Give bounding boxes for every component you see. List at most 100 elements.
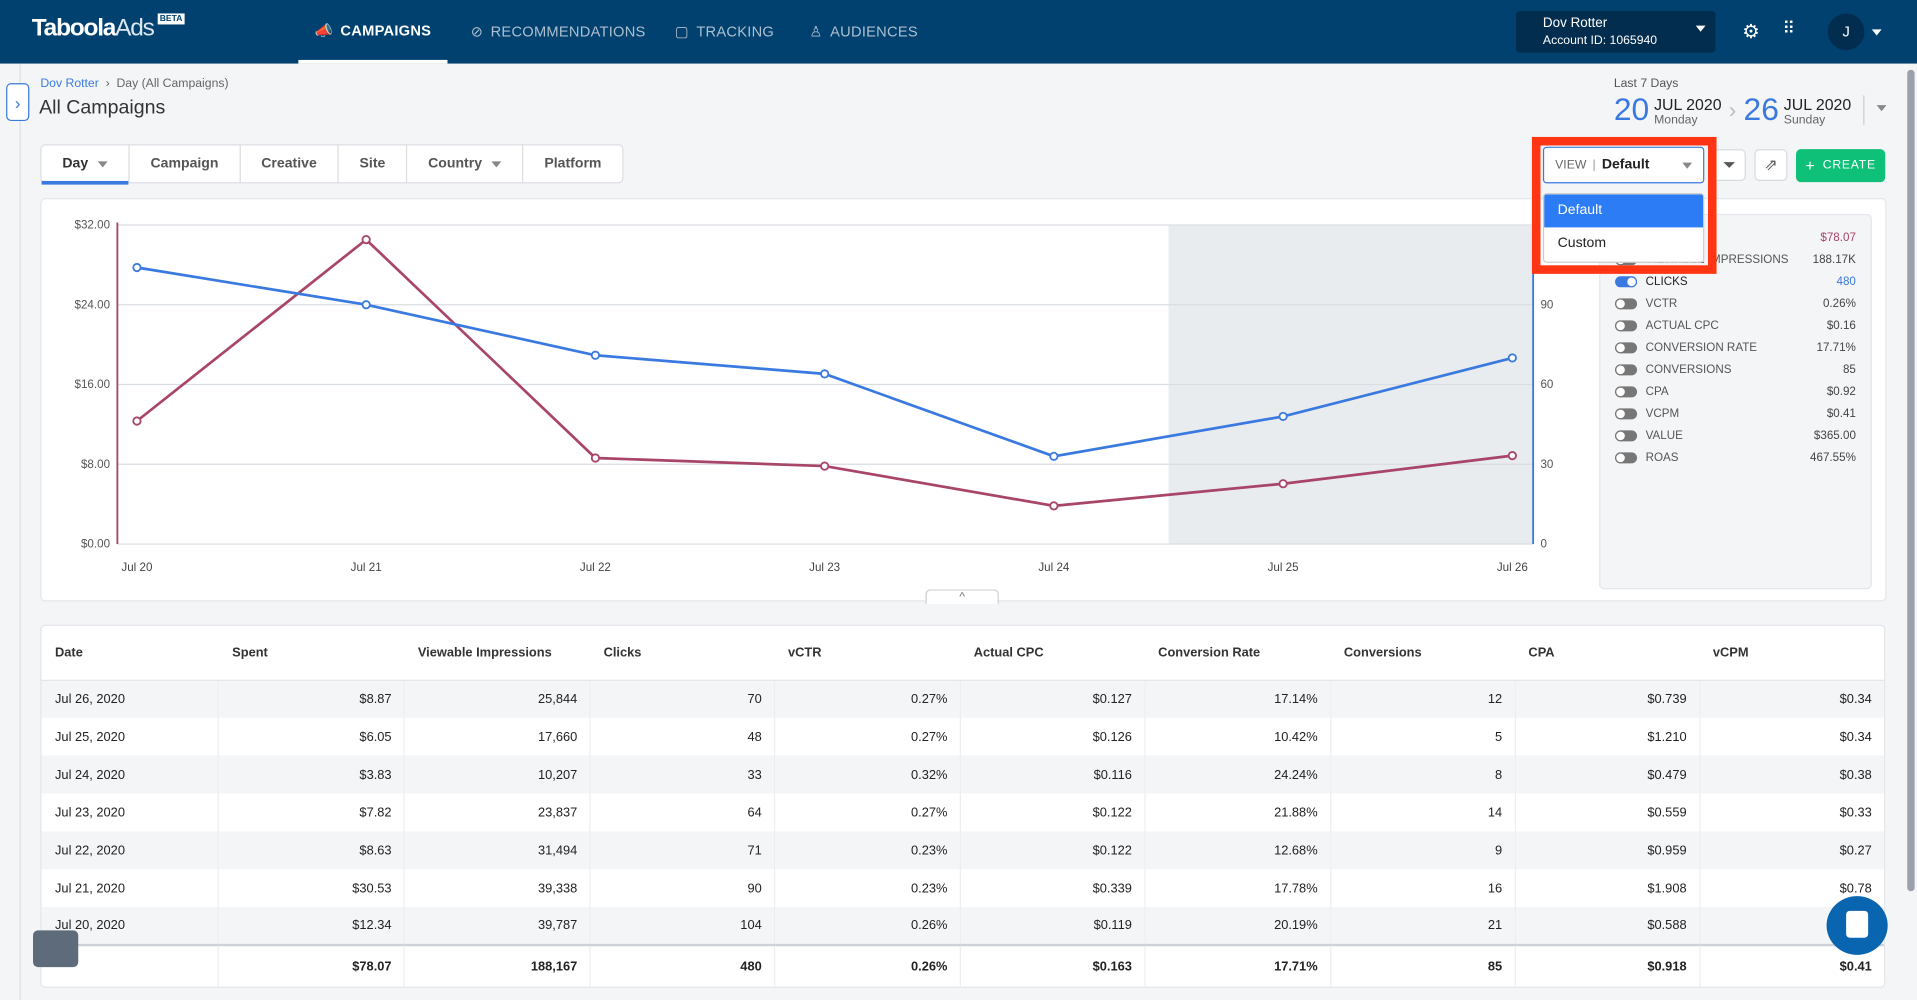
- nav-audiences[interactable]: ♙ AUDIENCES: [809, 0, 918, 64]
- metric-toggle[interactable]: [1615, 341, 1638, 353]
- x-tick-label: Jul 20: [121, 561, 152, 574]
- table-cell: 12: [1329, 679, 1515, 718]
- table-cell: 8: [1329, 755, 1515, 794]
- column-header[interactable]: Conversion Rate: [1144, 625, 1331, 681]
- metric-toggle[interactable]: [1615, 363, 1638, 375]
- export-button[interactable]: ⇗: [1754, 149, 1788, 181]
- create-button[interactable]: + CREATE: [1795, 149, 1886, 183]
- performance-line-chart: $0.00 $8.00 $16.00 $24.00 $32.00 0 30 60 90 Jul 2…: [75, 219, 1554, 574]
- sidebar-expand-button[interactable]: ›: [6, 83, 30, 122]
- column-header[interactable]: Actual CPC: [960, 625, 1145, 681]
- data-point: [1049, 501, 1059, 511]
- caret-down-icon: [1876, 105, 1887, 112]
- tracking-icon: ▢: [674, 23, 689, 41]
- table-cell: 17,660: [403, 717, 591, 756]
- table-cell: 39,338: [403, 869, 591, 908]
- column-header[interactable]: vCPM: [1699, 625, 1885, 681]
- chat-button[interactable]: [1826, 896, 1888, 955]
- column-header[interactable]: Viewable Impressions: [404, 625, 591, 681]
- breadcrumb-root[interactable]: Dov Rotter: [40, 77, 98, 90]
- gear-icon[interactable]: ⚙: [1742, 20, 1760, 44]
- scrollbar[interactable]: [1907, 69, 1915, 892]
- left-tick-label: $8.00: [81, 458, 110, 471]
- sidebar-divider: [19, 63, 21, 1000]
- tab-creative[interactable]: Creative: [240, 144, 339, 184]
- table-cell: 64: [589, 793, 775, 832]
- table-cell: $0.122: [959, 831, 1145, 870]
- table-cell: 104: [589, 907, 775, 946]
- table-cell: $6.05: [218, 717, 405, 756]
- view-option-custom[interactable]: Custom: [1544, 227, 1703, 260]
- megaphone-icon: 📣: [314, 21, 334, 39]
- collapse-chart-button[interactable]: ^: [925, 589, 999, 604]
- apps-grid-icon[interactable]: ⠿: [1783, 18, 1796, 39]
- metric-toggle[interactable]: [1615, 385, 1638, 397]
- metric-toggle[interactable]: [1615, 451, 1638, 463]
- filter-button[interactable]: ⏷: [1712, 149, 1746, 181]
- table-cell: $0.339: [959, 869, 1145, 908]
- view-select[interactable]: VIEW | Default: [1542, 146, 1705, 184]
- table-cell: 0.27%: [773, 793, 961, 832]
- tab-platform[interactable]: Platform: [524, 144, 623, 183]
- column-header[interactable]: Date: [41, 625, 219, 681]
- table-cell: 70: [589, 679, 775, 718]
- table-cell: $0.34: [1698, 717, 1885, 756]
- table-cell: $1.908: [1514, 869, 1700, 908]
- data-point: [132, 416, 142, 426]
- left-tick-label: $24.00: [75, 298, 111, 311]
- table-cell: 71: [589, 831, 775, 870]
- table-cell: Jul 26, 2020: [41, 679, 219, 718]
- date-range-label: Last 7 Days: [1613, 77, 1679, 91]
- taboola-ads-logo[interactable]: TaboolaAds BETA: [32, 13, 185, 43]
- table-cell: 12.68%: [1144, 831, 1331, 870]
- left-tick-label: $32.00: [75, 219, 111, 232]
- tab-campaign[interactable]: Campaign: [130, 144, 241, 184]
- table-cell: 24.24%: [1144, 755, 1331, 794]
- assistant-bot-icon[interactable]: [33, 930, 79, 968]
- right-tick-label: 0: [1540, 538, 1546, 551]
- breakdown-tabs: Day Campaign Creative Site Country Platf…: [40, 144, 624, 185]
- metric-toggle[interactable]: [1615, 429, 1638, 441]
- filter-icon: ⏷: [1723, 155, 1736, 174]
- nav-tracking[interactable]: ▢ TRACKING: [675, 0, 774, 64]
- chat-icon: [1846, 910, 1869, 938]
- chevron-right-icon: ›: [1728, 97, 1737, 123]
- data-point: [132, 262, 142, 273]
- caret-down-icon: [97, 160, 108, 167]
- metric-toggle[interactable]: [1615, 407, 1638, 419]
- table-cell: 17.14%: [1144, 679, 1331, 718]
- table-cell: 5: [1329, 717, 1515, 756]
- plus-icon: +: [1805, 156, 1816, 175]
- metric-toggle[interactable]: [1615, 275, 1638, 287]
- nav-campaigns[interactable]: 📣 CAMPAIGNS: [298, 0, 448, 64]
- table-cell: $1.210: [1514, 717, 1700, 756]
- tab-day[interactable]: Day: [41, 144, 130, 185]
- column-header[interactable]: Clicks: [590, 625, 775, 681]
- check-circle-icon: ⊘: [470, 23, 484, 41]
- data-point: [361, 235, 371, 245]
- metric-toggle[interactable]: [1615, 319, 1638, 331]
- metric-row: CLICKS 480: [1615, 273, 1856, 290]
- caret-down-icon: [491, 160, 502, 167]
- metric-toggle[interactable]: [1615, 297, 1638, 309]
- column-header[interactable]: vCTR: [774, 625, 961, 681]
- tab-site[interactable]: Site: [339, 144, 408, 184]
- account-selector[interactable]: Dov Rotter Account ID: 1065940: [1516, 11, 1716, 53]
- share-icon: ⇗: [1764, 155, 1778, 174]
- avatar[interactable]: J: [1827, 13, 1865, 51]
- column-header[interactable]: CPA: [1514, 625, 1700, 681]
- nav-recommendations[interactable]: ⊘ RECOMMENDATIONS: [471, 0, 646, 64]
- data-point: [1507, 451, 1517, 461]
- data-point: [361, 300, 371, 310]
- table-cell: 0.27%: [773, 679, 961, 718]
- column-header[interactable]: Spent: [218, 625, 405, 681]
- view-dropdown-menu: Default Custom: [1542, 193, 1705, 263]
- tab-country[interactable]: Country: [407, 144, 524, 184]
- column-header[interactable]: Conversions: [1330, 625, 1515, 681]
- date-range-picker[interactable]: 20 JUL 2020 Monday › 26 JUL 2020 Sunday: [1614, 90, 1887, 128]
- data-point: [820, 369, 830, 379]
- x-tick-label: Jul 26: [1497, 561, 1528, 574]
- user-menu-chevron-icon[interactable]: [1871, 29, 1882, 36]
- view-option-default[interactable]: Default: [1544, 194, 1704, 228]
- table-cell: $0.559: [1514, 793, 1700, 832]
